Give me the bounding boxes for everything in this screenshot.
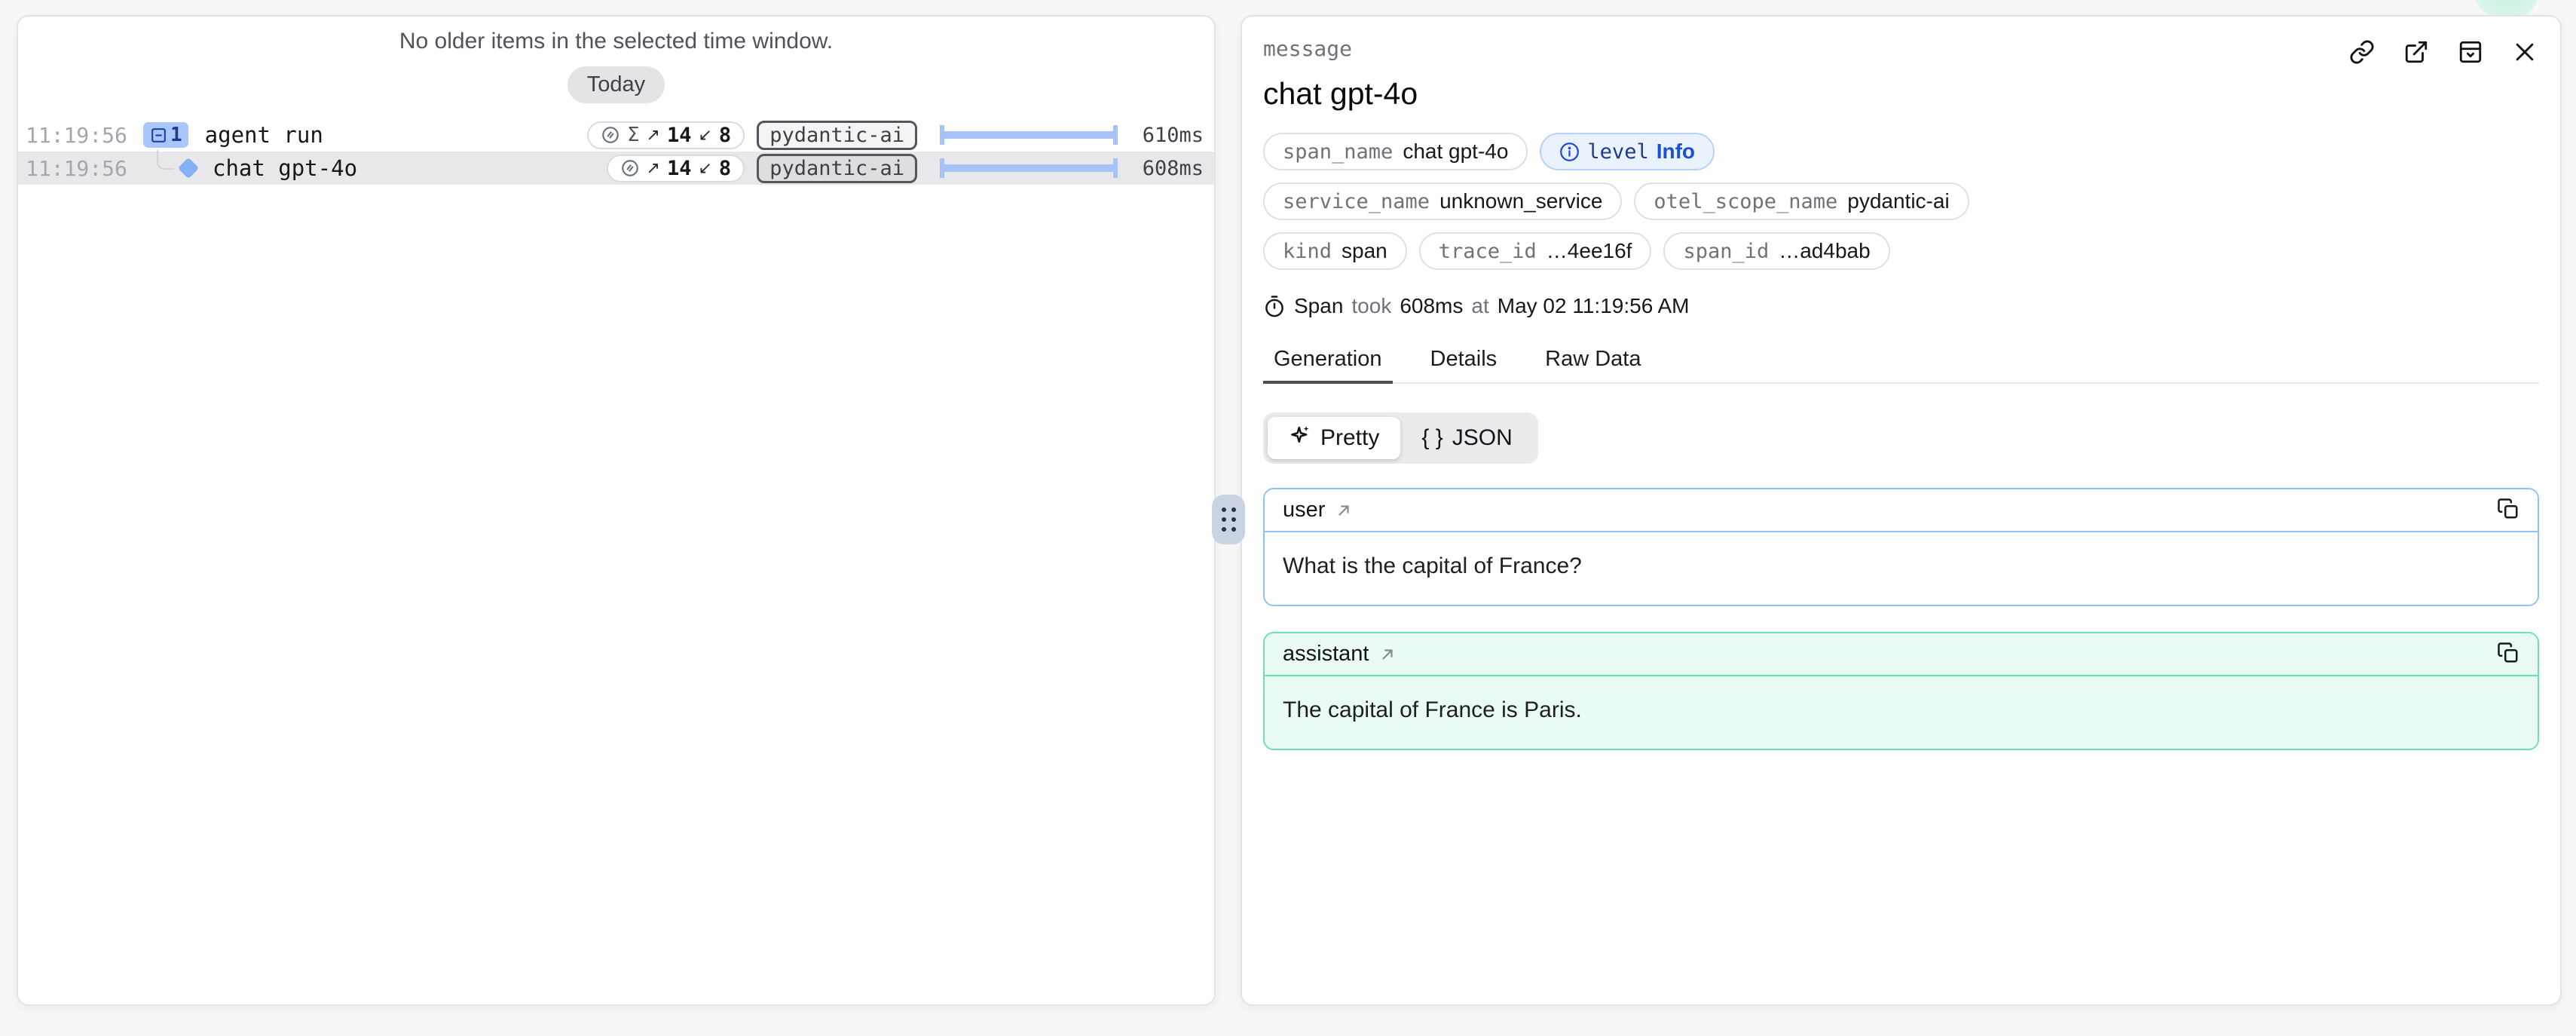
json-label: JSON — [1452, 425, 1513, 451]
copy-message-button[interactable] — [2497, 642, 2519, 667]
copy-link-button[interactable] — [2349, 39, 2375, 67]
dock-bottom-icon — [2458, 39, 2483, 67]
span-detail-panel: message chat gpt-4o span_name — [1241, 15, 2562, 1006]
span-name: agent run — [205, 122, 323, 148]
duration-value: 610ms — [1124, 124, 1204, 147]
timing-took-word: took — [1351, 294, 1391, 318]
tag-span-name: span_name chat gpt-4o — [1263, 133, 1528, 170]
scope-badge: pydantic-ai — [757, 154, 917, 183]
row-meta: ↗ 14 ↙ 8 pydantic-ai 608ms — [607, 154, 1204, 183]
timing-duration: 608ms — [1400, 294, 1463, 318]
row-meta: Σ ↗ 14 ↙ 8 pydantic-ai 610ms — [587, 121, 1204, 150]
tokens-in-count: 14 — [667, 124, 692, 147]
braces-icon: { } — [1421, 425, 1442, 451]
arrow-up-right-icon[interactable] — [1379, 646, 1396, 663]
tag-level: level Info — [1540, 133, 1715, 170]
close-icon — [2512, 39, 2538, 67]
trace-rows: 11:19:56 1 agent run Σ ↗ 14 ↙ 8 — [18, 118, 1214, 185]
duration-value: 608ms — [1124, 157, 1204, 180]
duration-bar — [940, 124, 1118, 146]
trace-list-panel: No older items in the selected time wind… — [17, 15, 1216, 1006]
message-role: user — [1283, 498, 1325, 523]
tag-service-name: service_name unknown_service — [1263, 182, 1622, 220]
tag-span-id: span_id …ad4bab — [1663, 232, 1889, 270]
collapse-toggle[interactable]: 1 — [143, 122, 188, 148]
tokens-pill: Σ ↗ 14 ↙ 8 — [587, 121, 745, 149]
tokens-out-arrow-icon: ↙ — [698, 126, 711, 145]
duration-bar — [940, 158, 1118, 179]
pretty-label: Pretty — [1320, 425, 1379, 451]
date-chip-row: Today — [18, 66, 1214, 103]
tag-trace-id: trace_id …4ee16f — [1419, 232, 1652, 270]
timing-datetime: May 02 11:19:56 AM — [1498, 294, 1690, 318]
detail-tabs: Generation Details Raw Data — [1263, 341, 2539, 384]
span-kind-label: message — [1263, 36, 2539, 61]
copy-message-button[interactable] — [2497, 498, 2519, 523]
dock-panel-button[interactable] — [2458, 39, 2483, 67]
message-text: What is the capital of France? — [1265, 532, 2538, 605]
external-link-icon — [2403, 39, 2429, 67]
row-timestamp: 11:19:56 — [26, 156, 124, 181]
trace-row-chat-gpt-4o[interactable]: 11:19:56 chat gpt-4o ↗ 14 ↙ 8 pydantic-a… — [18, 152, 1214, 185]
span-name: chat gpt-4o — [213, 155, 357, 181]
message-text: The capital of France is Paris. — [1265, 676, 2538, 749]
child-count: 1 — [170, 124, 182, 146]
panel-resize-handle[interactable] — [1212, 495, 1245, 544]
trace-row-agent-run[interactable]: 11:19:56 1 agent run Σ ↗ 14 ↙ 8 — [18, 118, 1214, 152]
arrow-up-right-icon[interactable] — [1335, 502, 1352, 519]
view-mode-toggle: Pretty { } JSON — [1263, 412, 1538, 464]
timing-span-word: Span — [1294, 294, 1343, 318]
detail-panel-actions — [2349, 39, 2538, 67]
message-header: user — [1265, 489, 2538, 532]
span-title: chat gpt-4o — [1263, 76, 2539, 112]
tokens-in-arrow-icon: ↗ — [647, 159, 660, 178]
tokens-out-arrow-icon: ↙ — [698, 159, 711, 178]
empty-notice: No older items in the selected time wind… — [18, 29, 1214, 54]
tag-kind: kind span — [1263, 232, 1407, 270]
close-panel-button[interactable] — [2512, 39, 2538, 67]
message-role: assistant — [1283, 642, 1369, 667]
minus-square-icon — [149, 126, 168, 145]
message-list: user What is the capital of France? assi… — [1263, 488, 2539, 750]
link-icon — [2349, 39, 2375, 67]
tokens-in-count: 14 — [667, 157, 692, 180]
message-user: user What is the capital of France? — [1263, 488, 2539, 606]
tab-details[interactable]: Details — [1420, 341, 1508, 382]
timing-at-word: at — [1471, 294, 1488, 318]
scope-badge: pydantic-ai — [757, 121, 917, 150]
message-header: assistant — [1265, 633, 2538, 676]
token-coin-icon — [620, 158, 640, 178]
sigma-total-icon: Σ — [627, 124, 639, 146]
span-diamond-icon — [178, 158, 199, 179]
tag-otel-scope-name: otel_scope_name pydantic-ai — [1634, 182, 1969, 220]
info-icon — [1559, 142, 1580, 162]
row-timestamp: 11:19:56 — [26, 123, 124, 148]
date-chip-today[interactable]: Today — [568, 66, 665, 103]
sparkle-icon — [1289, 424, 1311, 452]
tokens-out-count: 8 — [719, 157, 731, 180]
view-mode-pretty[interactable]: Pretty — [1268, 417, 1400, 459]
message-assistant: assistant The capital of France is Paris… — [1263, 632, 2539, 750]
open-in-new-button[interactable] — [2403, 39, 2429, 67]
copy-icon — [2497, 642, 2519, 667]
stopwatch-icon — [1263, 295, 1286, 317]
tokens-pill: ↗ 14 ↙ 8 — [607, 155, 745, 182]
tab-raw-data[interactable]: Raw Data — [1534, 341, 1651, 382]
copy-icon — [2497, 498, 2519, 523]
tree-connector — [157, 150, 173, 170]
span-attribute-tags: span_name chat gpt-4o level Info service… — [1263, 133, 2539, 270]
token-coin-icon — [601, 125, 620, 145]
tab-generation[interactable]: Generation — [1263, 341, 1393, 382]
tokens-out-count: 8 — [719, 124, 731, 147]
tokens-in-arrow-icon: ↗ — [647, 126, 660, 145]
view-mode-json[interactable]: { } JSON — [1400, 418, 1533, 458]
span-timing: Span took 608ms at May 02 11:19:56 AM — [1263, 294, 2539, 318]
